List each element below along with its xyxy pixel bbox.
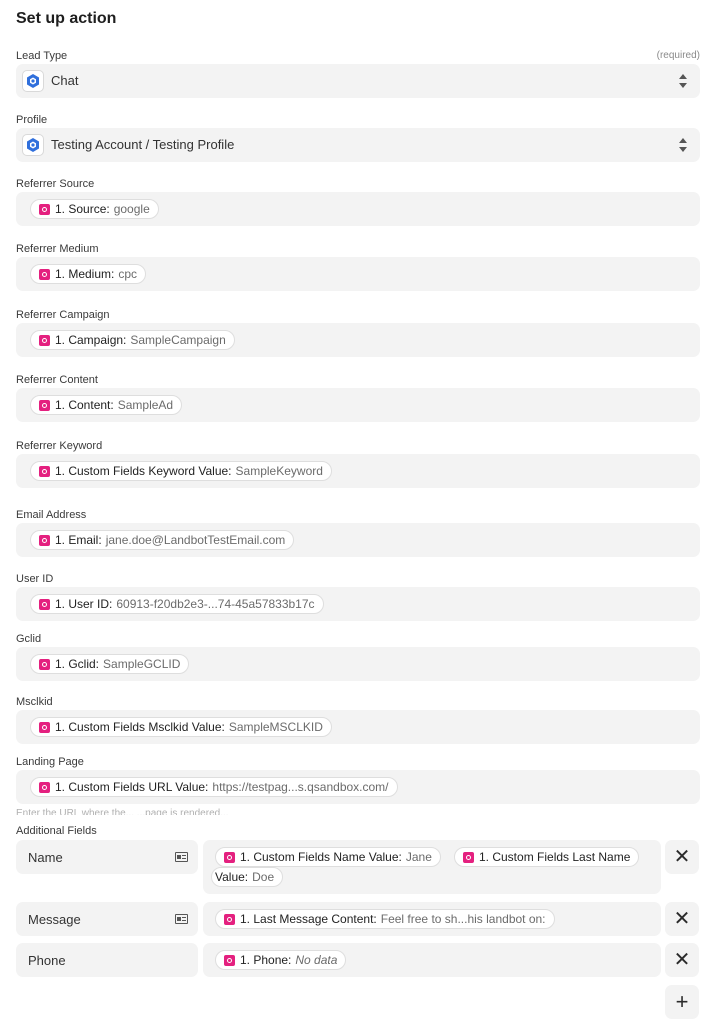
referrer-medium-input[interactable]: 1. Medium: cpc bbox=[16, 257, 700, 291]
field-label: Referrer Medium bbox=[16, 243, 99, 255]
field-hint: Enter the URL where the... ...page is re… bbox=[16, 808, 229, 815]
variable-pill[interactable]: 1. User ID: 60913-f20db2e3-...74-45a57833… bbox=[30, 594, 324, 614]
landbot-logo-icon bbox=[22, 70, 44, 92]
field-label: Msclkid bbox=[16, 696, 53, 708]
profile-label: Profile bbox=[16, 114, 48, 126]
referrer-source-input[interactable]: 1. Source: google bbox=[16, 192, 700, 226]
profile-select[interactable]: Testing Account / Testing Profile bbox=[16, 128, 700, 162]
variable-icon bbox=[463, 851, 474, 863]
landing-page-input[interactable]: 1. Custom Fields URL Value: https://testp… bbox=[16, 770, 700, 804]
variable-icon bbox=[224, 954, 235, 966]
variable-pill[interactable]: 1. Campaign: SampleCampaign bbox=[30, 330, 235, 350]
additional-field-value[interactable]: 1. Last Message Content: Feel free to sh.… bbox=[203, 902, 661, 936]
referrer-campaign-input[interactable]: 1. Campaign: SampleCampaign bbox=[16, 323, 700, 357]
variable-icon bbox=[224, 851, 235, 863]
variable-icon bbox=[39, 781, 50, 793]
variable-icon bbox=[39, 721, 50, 733]
remove-field-button[interactable]: ✕ bbox=[665, 902, 699, 936]
referrer-keyword-input[interactable]: 1. Custom Fields Keyword Value: SampleKey… bbox=[16, 454, 700, 488]
lead-type-select[interactable]: Chat bbox=[16, 64, 700, 98]
additional-field-key[interactable]: Name bbox=[16, 840, 198, 874]
field-label: User ID bbox=[16, 573, 54, 585]
variable-pill[interactable]: 1. Custom Fields URL Value: https://testp… bbox=[30, 777, 398, 797]
variable-icon bbox=[39, 598, 50, 610]
variable-pill[interactable]: 1. Gclid: SampleGCLID bbox=[30, 654, 190, 674]
additional-field-value[interactable]: 1. Custom Fields Name Value: Jane 1. Cust… bbox=[203, 840, 661, 894]
field-label: Referrer Content bbox=[16, 374, 98, 386]
variable-pill-continuation[interactable]: Value: Doe bbox=[211, 867, 284, 887]
page-title: Set up action bbox=[16, 10, 117, 27]
variable-icon bbox=[39, 203, 50, 215]
email-address-input[interactable]: 1. Email: jane.doe@LandbotTestEmail.com bbox=[16, 523, 700, 557]
variable-pill[interactable]: 1. Source: google bbox=[30, 199, 159, 219]
id-card-icon bbox=[175, 852, 188, 862]
msclkid-input[interactable]: 1. Custom Fields Msclkid Value: SampleMSC… bbox=[16, 710, 700, 744]
variable-icon bbox=[39, 465, 50, 477]
variable-pill[interactable]: 1. Custom Fields Name Value: Jane bbox=[215, 847, 441, 867]
variable-icon bbox=[39, 658, 50, 670]
variable-pill[interactable]: 1. Medium: cpc bbox=[30, 264, 147, 284]
profile-value: Testing Account / Testing Profile bbox=[51, 137, 235, 152]
variable-pill[interactable]: 1. Phone: No data bbox=[215, 950, 347, 970]
remove-field-button[interactable]: ✕ bbox=[665, 840, 699, 874]
variable-icon bbox=[39, 534, 50, 546]
user-id-input[interactable]: 1. User ID: 60913-f20db2e3-...74-45a57833… bbox=[16, 587, 700, 621]
field-label: Referrer Campaign bbox=[16, 309, 110, 321]
field-label: Referrer Keyword bbox=[16, 440, 103, 452]
additional-fields-label: Additional Fields bbox=[16, 825, 97, 837]
field-label: Gclid bbox=[16, 633, 42, 645]
variable-pill[interactable]: 1. Content: SampleAd bbox=[30, 395, 183, 415]
referrer-content-input[interactable]: 1. Content: SampleAd bbox=[16, 388, 700, 422]
gclid-input[interactable]: 1. Gclid: SampleGCLID bbox=[16, 647, 700, 681]
variable-pill[interactable]: 1. Custom Fields Keyword Value: SampleKey… bbox=[30, 461, 332, 481]
lead-type-value: Chat bbox=[51, 73, 79, 88]
variable-pill[interactable]: 1. Email: jane.doe@LandbotTestEmail.com bbox=[30, 530, 295, 550]
chevron-updown-icon bbox=[679, 74, 687, 88]
variable-pill[interactable]: 1. Last Message Content: Feel free to sh.… bbox=[215, 909, 555, 929]
additional-field-value[interactable]: 1. Phone: No data bbox=[203, 943, 661, 977]
landbot-logo-icon bbox=[22, 134, 44, 156]
field-label: Referrer Source bbox=[16, 178, 95, 190]
lead-type-label: Lead Type bbox=[16, 50, 68, 62]
variable-icon bbox=[224, 913, 235, 925]
add-field-button[interactable]: + bbox=[665, 985, 699, 1019]
additional-field-key[interactable]: Phone bbox=[16, 943, 198, 977]
required-label: (required) bbox=[656, 50, 700, 61]
field-label: Landing Page bbox=[16, 756, 84, 768]
variable-icon bbox=[39, 334, 50, 346]
variable-pill[interactable]: 1. Custom Fields Last Name bbox=[454, 847, 640, 867]
field-label: Email Address bbox=[16, 509, 87, 521]
variable-icon bbox=[39, 268, 50, 280]
variable-icon bbox=[39, 399, 50, 411]
id-card-icon bbox=[175, 914, 188, 924]
variable-pill[interactable]: 1. Custom Fields Msclkid Value: SampleMSC… bbox=[30, 717, 332, 737]
additional-field-key[interactable]: Message bbox=[16, 902, 198, 936]
chevron-updown-icon bbox=[679, 138, 687, 152]
remove-field-button[interactable]: ✕ bbox=[665, 943, 699, 977]
